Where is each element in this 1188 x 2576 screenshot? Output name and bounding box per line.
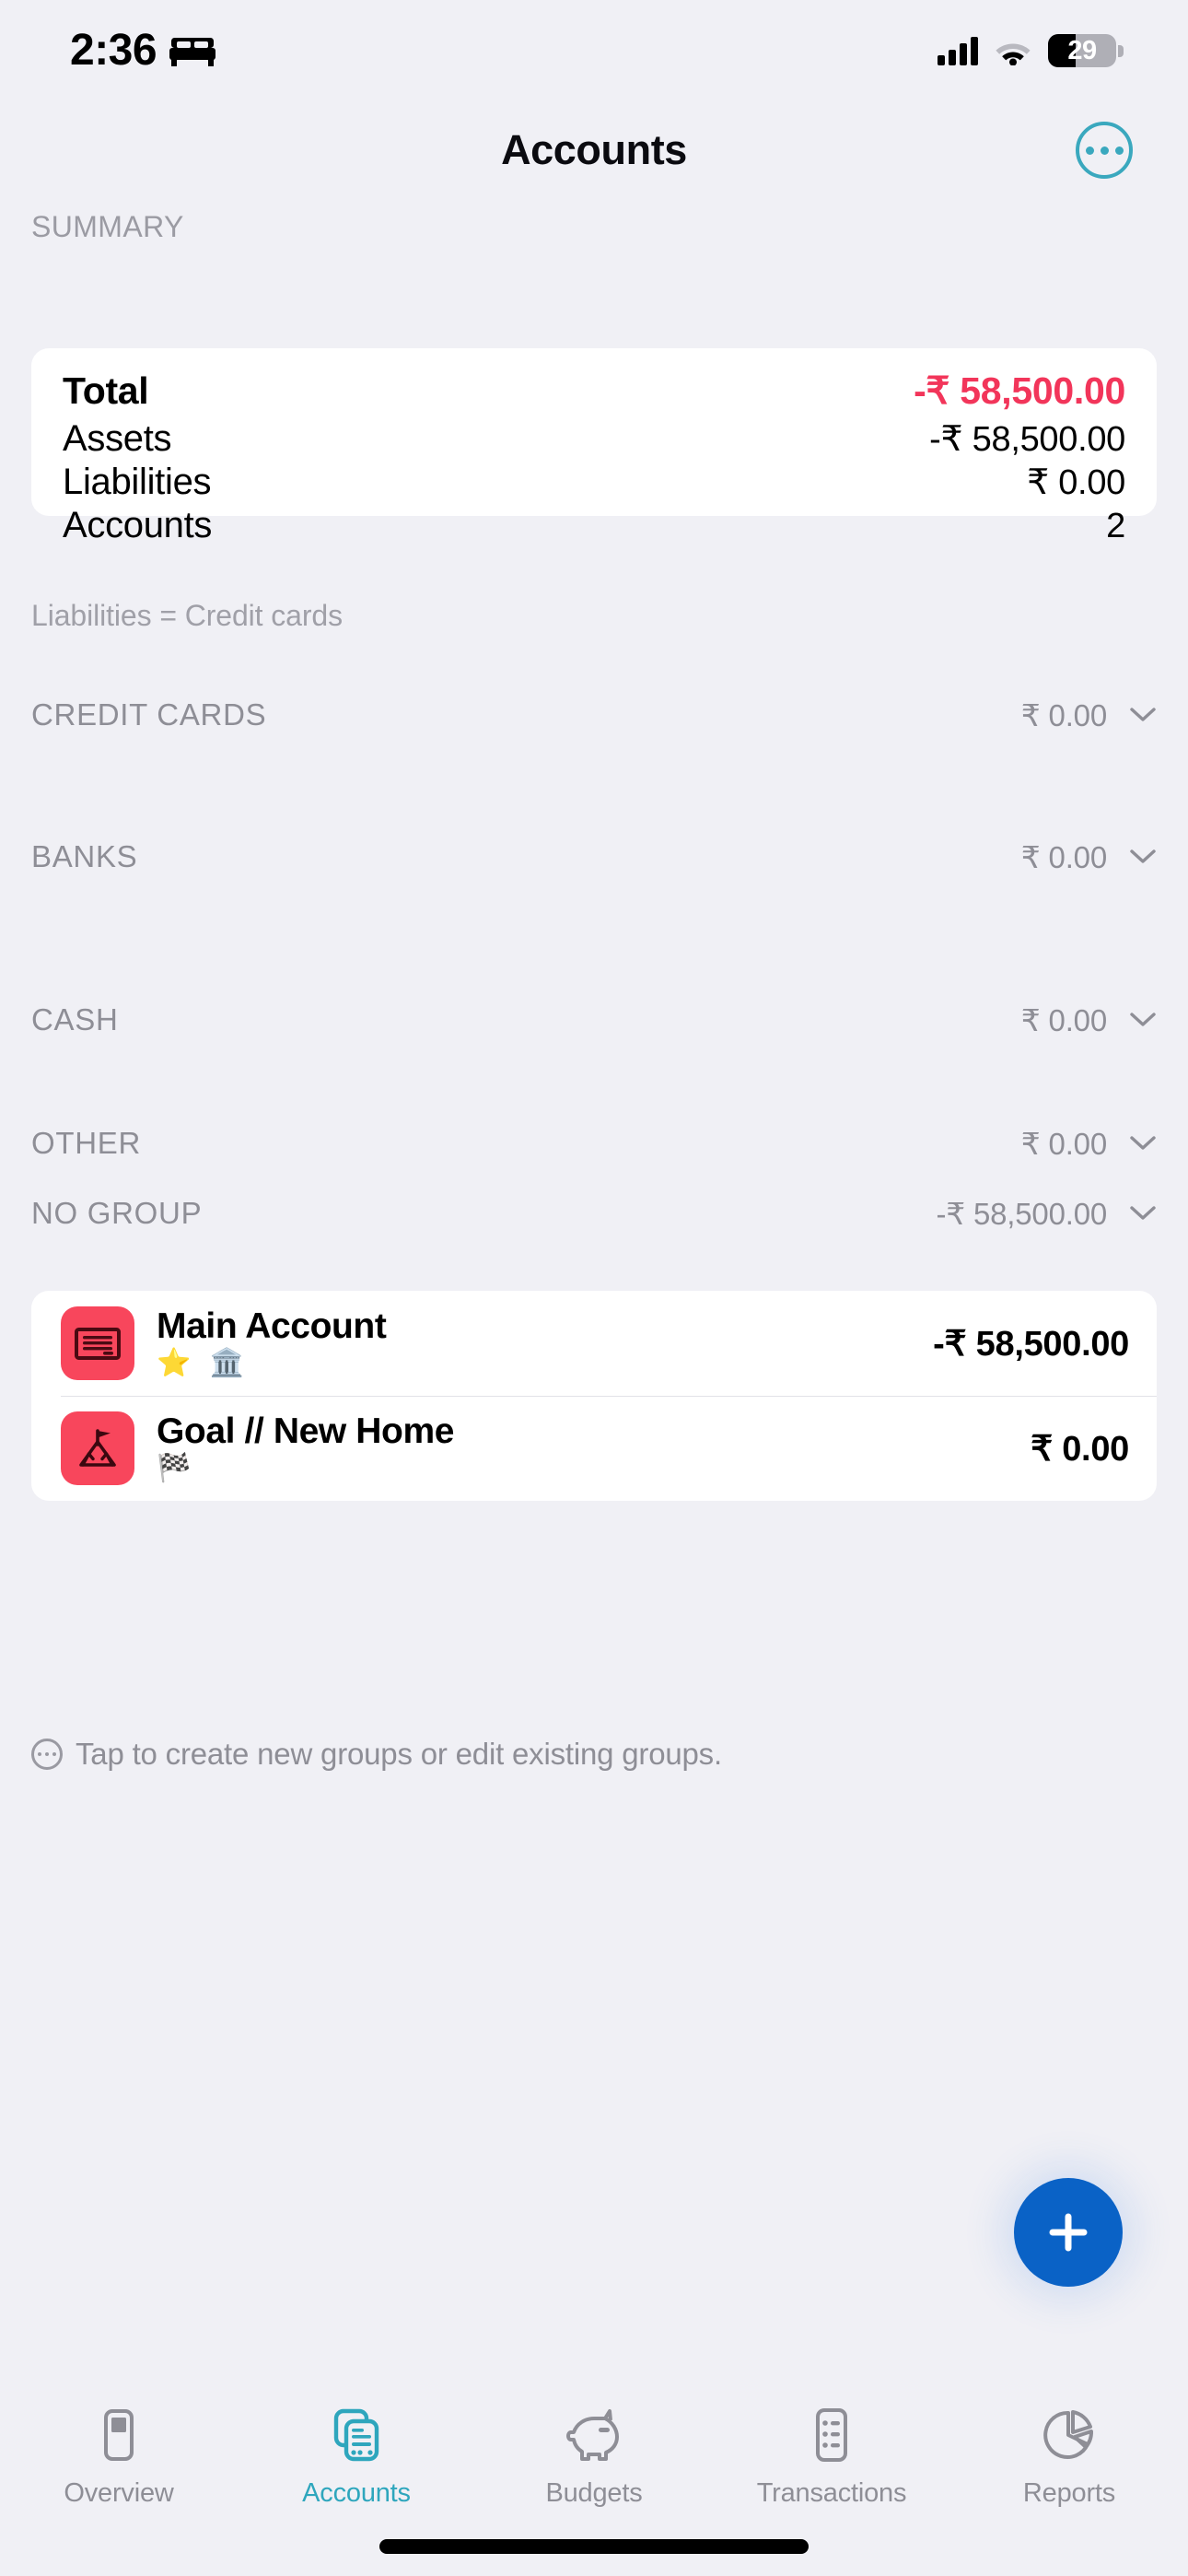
group-name: CREDIT CARDS — [31, 697, 267, 732]
tab-transactions[interactable]: Transactions — [713, 2403, 950, 2509]
summary-section-label: SUMMARY — [31, 210, 184, 243]
group-row-no-group[interactable]: NO GROUP -₹ 58,500.00 — [31, 1180, 1157, 1247]
tab-accounts[interactable]: Accounts — [238, 2403, 475, 2509]
plus-icon — [1049, 2213, 1088, 2252]
group-row-banks[interactable]: BANKS ₹ 0.00 — [31, 824, 1157, 890]
transactions-list-icon — [816, 2408, 847, 2462]
battery-percent: 29 — [1067, 35, 1097, 65]
group-row-other[interactable]: OTHER ₹ 0.00 — [31, 1110, 1157, 1177]
summary-row-total: Total -₹ 58,500.00 — [63, 369, 1125, 413]
chevron-down-icon[interactable] — [1129, 707, 1157, 723]
group-name: NO GROUP — [31, 1196, 203, 1230]
tab-label: Overview — [64, 2478, 174, 2508]
summary-label: Assets — [63, 418, 172, 459]
group-row-credit-cards[interactable]: CREDIT CARDS ₹ 0.00 — [31, 682, 1157, 748]
group-name: CASH — [31, 1002, 119, 1036]
group-row-cash[interactable]: CASH ₹ 0.00 — [31, 987, 1157, 1053]
summary-row-liabilities: Liabilities ₹ 0.00 — [63, 462, 1125, 503]
tab-label: Reports — [1022, 2478, 1116, 2508]
group-amount: ₹ 0.00 — [1020, 1126, 1107, 1161]
cellular-signal-icon — [938, 36, 978, 65]
summary-label: Accounts — [63, 505, 213, 545]
chevron-down-icon[interactable] — [1129, 1205, 1157, 1222]
account-name: Goal // New Home — [157, 1411, 455, 1452]
accounts-card: Main Account ⭐ 🏛️ -₹ 58,500.00 Goal // N… — [31, 1291, 1157, 1501]
summary-row-assets: Assets -₹ 58,500.00 — [63, 418, 1125, 460]
ellipsis-circle-small-icon — [31, 1739, 63, 1770]
summary-label: Liabilities — [63, 462, 212, 502]
account-amount: -₹ 58,500.00 — [933, 1324, 1129, 1364]
group-name: OTHER — [31, 1126, 141, 1160]
tab-label: Accounts — [302, 2478, 411, 2508]
tab-budgets[interactable]: Budgets — [475, 2403, 713, 2509]
account-badges: ⭐ 🏛️ — [157, 1347, 250, 1378]
bed-icon — [169, 38, 216, 66]
tab-overview[interactable]: Overview — [0, 2403, 238, 2509]
account-row-goal-new-home[interactable]: Goal // New Home 🏁 ₹ 0.00 — [31, 1396, 1157, 1501]
tap-hint[interactable]: Tap to create new groups or edit existin… — [31, 1737, 722, 1772]
summary-label: Total — [63, 369, 149, 412]
summary-value: 2 — [1106, 507, 1125, 545]
chevron-down-icon[interactable] — [1129, 849, 1157, 865]
account-amount: ₹ 0.00 — [1031, 1429, 1129, 1469]
status-bar-left: 2:36 — [70, 26, 216, 75]
account-badges: 🏁 — [157, 1452, 197, 1483]
page-title: Accounts — [501, 126, 687, 173]
add-button[interactable] — [1014, 2178, 1123, 2287]
wifi-icon — [996, 43, 1031, 65]
account-name: Main Account — [157, 1306, 387, 1347]
nav-header: Accounts — [0, 101, 1188, 199]
status-time: 2:36 — [70, 26, 157, 75]
chevron-down-icon[interactable] — [1129, 1135, 1157, 1152]
banknote-icon — [61, 1306, 134, 1380]
tab-reports[interactable]: Reports — [950, 2403, 1188, 2509]
chevron-down-icon[interactable] — [1129, 1012, 1157, 1028]
group-amount: ₹ 0.00 — [1020, 839, 1107, 874]
home-indicator — [379, 2539, 809, 2554]
group-amount: -₹ 58,500.00 — [936, 1196, 1107, 1231]
pie-chart-icon — [1043, 2410, 1093, 2459]
group-amount: ₹ 0.00 — [1020, 697, 1107, 732]
account-row-main-account[interactable]: Main Account ⭐ 🏛️ -₹ 58,500.00 — [31, 1291, 1157, 1396]
group-name: BANKS — [31, 839, 138, 873]
piggy-bank-icon — [566, 2409, 619, 2461]
summary-value: -₹ 58,500.00 — [914, 369, 1125, 412]
ellipsis-circle-icon[interactable] — [1076, 122, 1133, 179]
status-bar: 2:36 29 — [0, 0, 1188, 101]
summary-value: ₹ 0.00 — [1027, 463, 1125, 502]
summary-card: Total -₹ 58,500.00 Assets -₹ 58,500.00 L… — [31, 348, 1157, 545]
group-amount: ₹ 0.00 — [1020, 1002, 1107, 1037]
battery-icon: 29 — [1048, 34, 1124, 67]
overview-card-icon — [104, 2409, 134, 2461]
liabilities-note: Liabilities = Credit cards — [31, 599, 343, 632]
accounts-cards-icon — [333, 2408, 379, 2462]
summary-value: -₹ 58,500.00 — [929, 420, 1125, 459]
mountain-flag-icon — [61, 1411, 134, 1485]
tab-label: Transactions — [756, 2478, 907, 2508]
tap-hint-text: Tap to create new groups or edit existin… — [76, 1737, 722, 1771]
tab-label: Budgets — [545, 2478, 643, 2508]
summary-row-accounts: Accounts 2 — [63, 505, 1125, 546]
status-bar-right: 29 — [938, 34, 1124, 67]
